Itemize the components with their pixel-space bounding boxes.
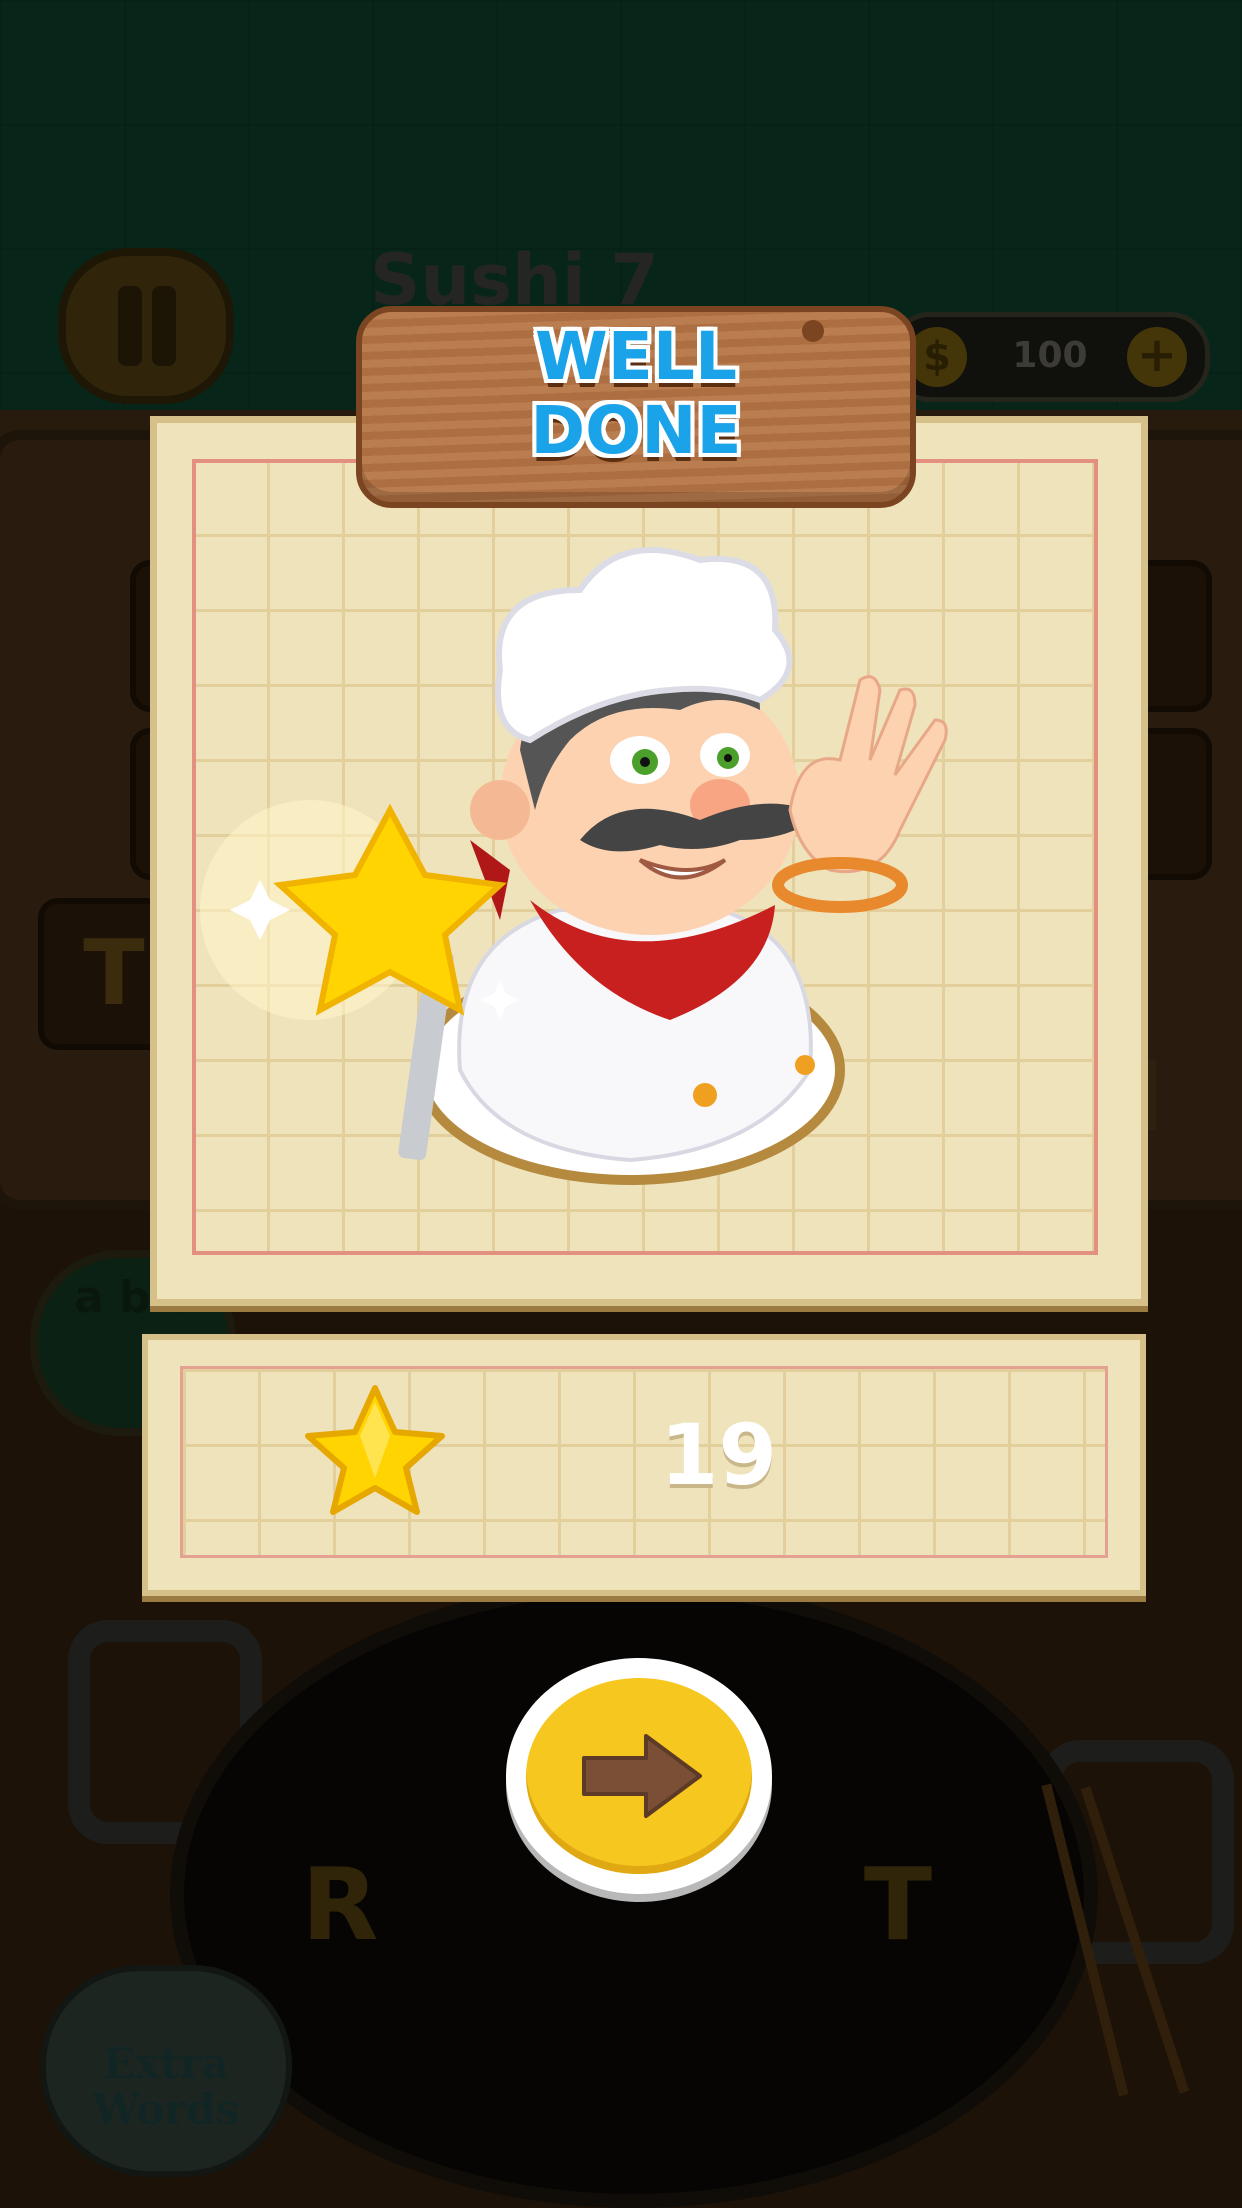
next-level-button[interactable] (506, 1658, 772, 1894)
chef-hand (788, 675, 948, 874)
pupil-dot (724, 754, 732, 762)
well-done-banner: WELL DONE (356, 306, 916, 508)
star-icon (305, 1385, 445, 1515)
pupil-dot (640, 757, 650, 767)
coat-button (795, 1055, 815, 1075)
coat-button (693, 1083, 717, 1107)
next-button-face (526, 1678, 752, 1874)
chef-ear (470, 780, 530, 840)
stars-earned-count: 19 (660, 1406, 777, 1504)
arrow-right-icon (582, 1734, 702, 1818)
title-line-2: DONE (530, 392, 742, 469)
title-line-1: WELL (535, 318, 737, 395)
well-done-title: WELL DONE (362, 320, 910, 490)
chef-illustration (200, 547, 948, 1185)
reward-panel (142, 1334, 1146, 1596)
